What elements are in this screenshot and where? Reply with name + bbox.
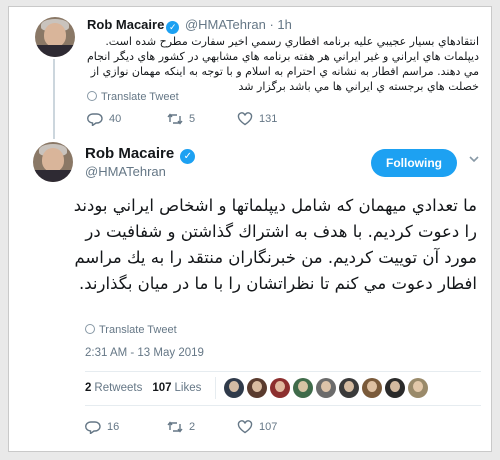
- divider: [85, 371, 481, 372]
- reply-button[interactable]: 40: [87, 112, 167, 126]
- liker-avatar[interactable]: [316, 378, 337, 398]
- tweet-text: ما تعدادي ميهمان كه شامل ديپلماتها و اشخ…: [73, 196, 477, 293]
- header-separator: ·: [269, 17, 274, 32]
- avatar[interactable]: [35, 17, 75, 57]
- retweet-count: 2: [189, 421, 196, 433]
- author-handle[interactable]: @HMATehran: [185, 17, 266, 32]
- author-name-row: Rob Macaire ✓: [85, 145, 197, 164]
- like-button[interactable]: 107: [237, 420, 277, 434]
- like-button[interactable]: 131: [237, 112, 277, 126]
- translate-tweet-link[interactable]: Translate Tweet: [85, 324, 177, 336]
- globe-icon: [85, 324, 95, 334]
- author-name[interactable]: Rob Macaire: [87, 17, 164, 32]
- following-button[interactable]: Following: [371, 149, 457, 177]
- avatar[interactable]: [33, 142, 73, 182]
- liker-avatar[interactable]: [362, 378, 383, 398]
- retweets-stat-label: Retweets: [94, 382, 143, 394]
- retweets-stat[interactable]: 2 Retweets: [85, 382, 142, 394]
- liker-avatar[interactable]: [247, 378, 268, 398]
- author-name[interactable]: Rob Macaire: [85, 145, 174, 162]
- liker-avatar[interactable]: [293, 378, 314, 398]
- divider: [215, 377, 217, 399]
- liker-avatar[interactable]: [339, 378, 360, 398]
- liker-avatar[interactable]: [385, 378, 406, 398]
- translate-tweet-link[interactable]: Translate Tweet: [87, 91, 179, 103]
- retweet-icon: [167, 112, 183, 126]
- heart-icon: [237, 420, 253, 434]
- retweet-count: 5: [189, 113, 196, 125]
- author-handle[interactable]: @HMATehran: [85, 164, 166, 179]
- reply-button[interactable]: 16: [85, 420, 167, 434]
- liker-avatar[interactable]: [224, 378, 245, 398]
- retweet-button[interactable]: 5: [167, 112, 237, 126]
- retweet-button[interactable]: 2: [167, 420, 237, 434]
- chevron-down-icon[interactable]: [467, 152, 481, 166]
- tweet-thread-card: Rob Macaire ✓ @HMATehran · 1h انتقادهاي ب…: [8, 6, 492, 452]
- translate-label: Translate Tweet: [101, 91, 179, 103]
- tweet-text: انتقادهاي بسيار عجيبي عليه برنامه افطاري…: [86, 35, 479, 93]
- verified-badge-icon: ✓: [166, 21, 180, 34]
- verified-badge-icon: ✓: [180, 149, 196, 164]
- tweet-header: Rob Macaire ✓ @HMATehran · 1h: [87, 17, 292, 34]
- like-count: 131: [259, 113, 278, 125]
- likes-stat-count: 107: [152, 382, 172, 394]
- retweets-stat-count: 2: [85, 382, 92, 394]
- likes-stat[interactable]: 107 Likes: [152, 382, 201, 394]
- tweet-timestamp[interactable]: 2:31 AM - 13 May 2019: [85, 347, 204, 359]
- like-count: 107: [259, 421, 278, 433]
- divider: [85, 405, 481, 406]
- reply-count: 16: [107, 421, 120, 433]
- retweet-icon: [167, 420, 183, 434]
- translate-label: Translate Tweet: [99, 324, 177, 336]
- thread-connector-line: [53, 59, 55, 139]
- likes-stat-label: Likes: [174, 382, 202, 394]
- reply-count: 40: [109, 113, 122, 125]
- engagement-stats: 2 Retweets 107 Likes: [85, 373, 481, 403]
- liker-avatars: [224, 378, 429, 398]
- reply-icon: [87, 112, 103, 126]
- reply-icon: [85, 420, 101, 434]
- tweet-actions: 16 2 107: [85, 420, 277, 434]
- parent-tweet[interactable]: Rob Macaire ✓ @HMATehran · 1h انتقادهاي ب…: [9, 7, 491, 139]
- liker-avatar[interactable]: [408, 378, 429, 398]
- liker-avatar[interactable]: [270, 378, 291, 398]
- globe-icon: [87, 91, 97, 101]
- heart-icon: [237, 112, 253, 126]
- tweet-time-ago[interactable]: 1h: [277, 17, 291, 32]
- tweet-actions: 40 5 131: [87, 112, 277, 126]
